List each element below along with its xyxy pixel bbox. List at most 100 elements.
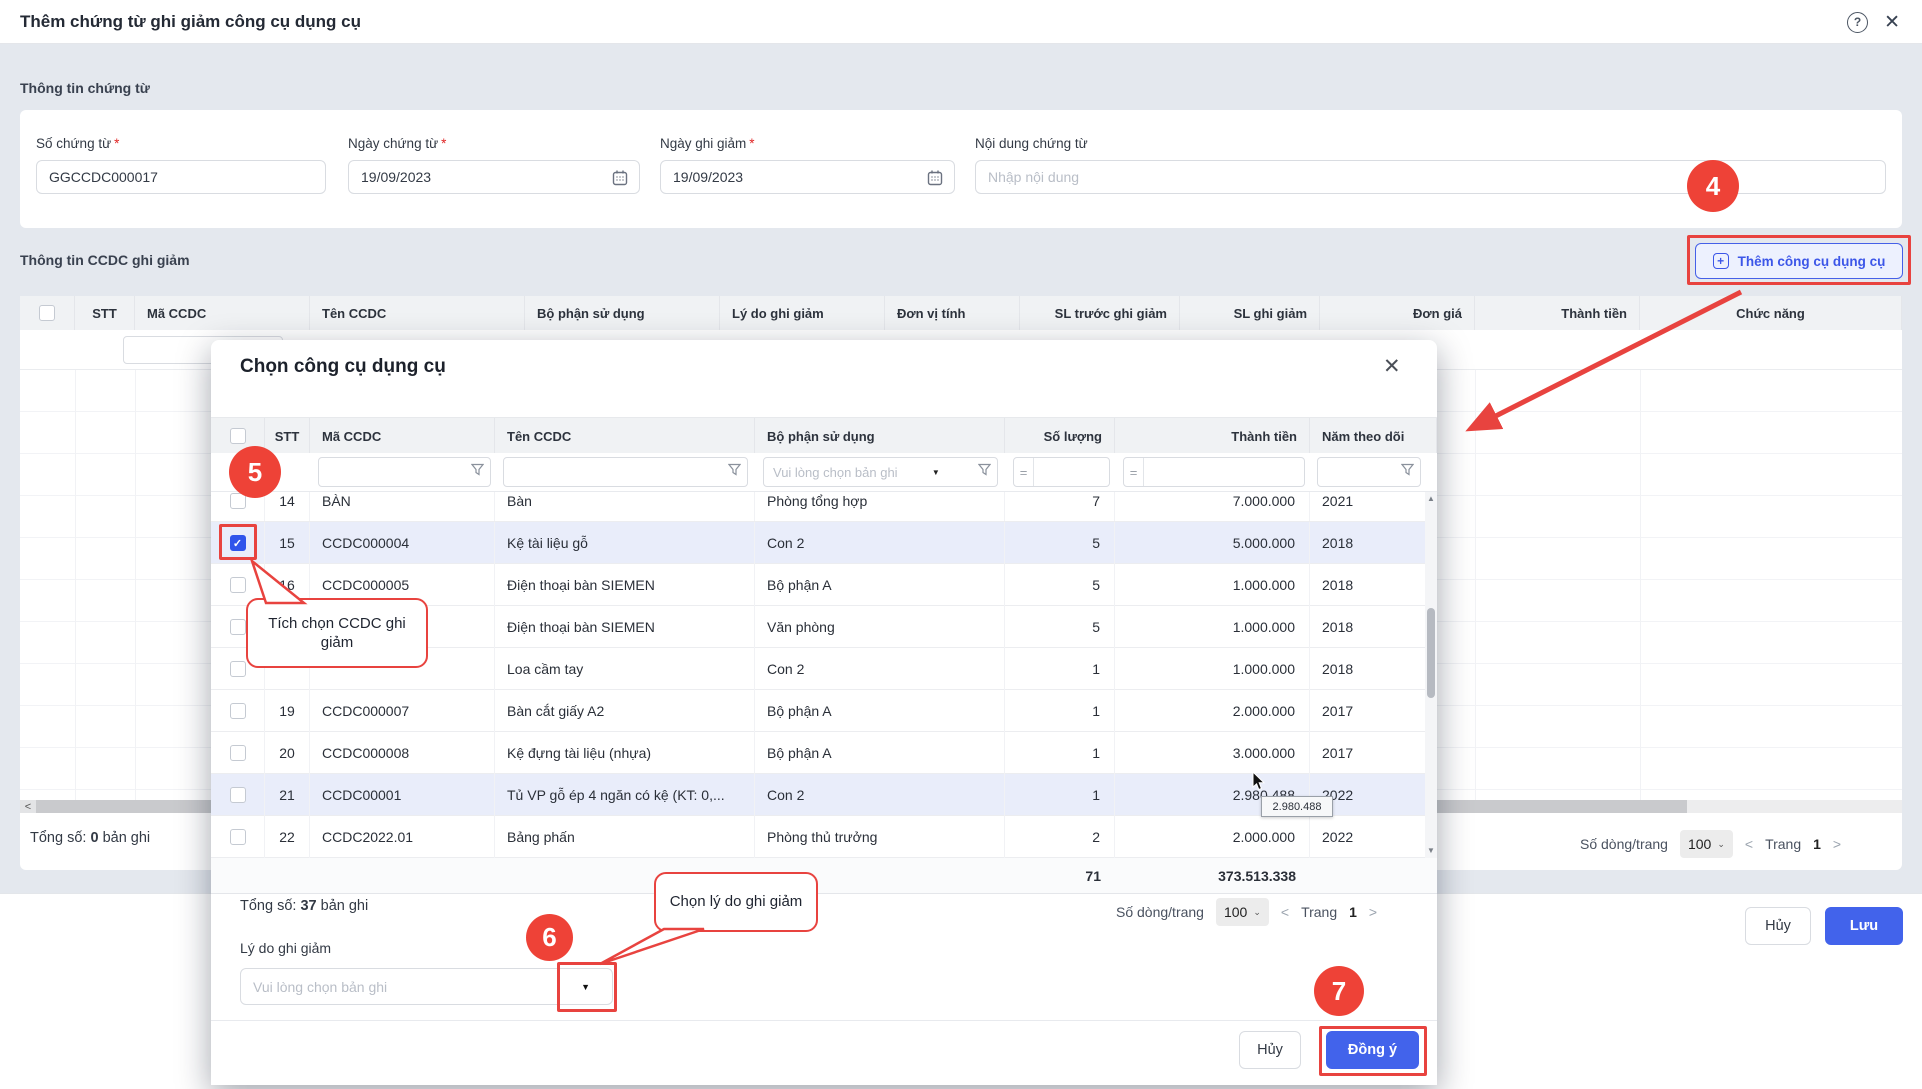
funnel-icon[interactable]: [728, 463, 741, 481]
filter-bo-phan[interactable]: Vui lòng chọn bản ghi ▼: [763, 457, 998, 487]
ngay-ghi-giam-input[interactable]: [673, 169, 942, 185]
scroll-left-icon[interactable]: <: [20, 800, 36, 813]
modal-cancel-button[interactable]: Hủy: [1239, 1031, 1301, 1069]
cell-code: CCDC000004: [310, 522, 495, 564]
cell-name: Kệ tài liệu gỗ: [495, 522, 755, 564]
modal-summary-row: 71 373.513.338: [211, 858, 1437, 894]
next-page-icon[interactable]: >: [1833, 836, 1841, 852]
prev-page-icon[interactable]: <: [1745, 836, 1753, 852]
ngay-chung-tu-input[interactable]: [361, 169, 627, 185]
row-checkbox-cell: [211, 816, 265, 858]
field-label-noi-dung: Nội dung chứng từ: [975, 136, 1886, 151]
modal-table-row[interactable]: 20CCDC000008Kệ đựng tài liệu (nhựa)Bộ ph…: [211, 732, 1437, 774]
funnel-icon[interactable]: [978, 463, 991, 481]
select-all-checkbox[interactable]: [230, 428, 246, 444]
page-save-button[interactable]: Lưu: [1825, 907, 1903, 945]
cell-year: 2022: [1310, 816, 1437, 858]
cell-qty: 5: [1005, 522, 1115, 564]
cell-code: BÀN: [310, 492, 495, 522]
cell-dept: Bộ phận A: [755, 564, 1005, 606]
row-checkbox[interactable]: [230, 787, 246, 803]
row-checkbox[interactable]: [230, 703, 246, 719]
cell-year: 2018: [1310, 564, 1437, 606]
funnel-icon[interactable]: [471, 463, 484, 481]
bg-header-checkbox-cell: [20, 296, 75, 330]
noi-dung-input[interactable]: [988, 169, 1873, 185]
highlight-box-ok-button: [1319, 1026, 1427, 1076]
window-titlebar: Thêm chứng từ ghi giảm công cụ dụng cụ ?…: [0, 0, 1922, 44]
modal-close-icon[interactable]: ✕: [1383, 356, 1401, 377]
page-cancel-button[interactable]: Hủy: [1745, 907, 1811, 945]
modal-table-row[interactable]: 19CCDC000007Bàn cắt giấy A2Bộ phận A12.0…: [211, 690, 1437, 732]
equals-operator[interactable]: =: [1014, 458, 1034, 486]
modal-footer-divider: [211, 1020, 1437, 1021]
funnel-icon[interactable]: [1401, 463, 1414, 481]
filter-nam-theo-doi[interactable]: [1317, 457, 1421, 487]
row-checkbox[interactable]: [230, 619, 246, 635]
filter-ten-ccdc[interactable]: [503, 457, 748, 487]
caret-down-icon[interactable]: ▼: [932, 468, 944, 477]
cell-amount: 5.000.000: [1115, 522, 1310, 564]
cell-stt: 21: [265, 774, 310, 816]
cell-amount: 1.000.000: [1115, 606, 1310, 648]
help-icon[interactable]: ?: [1847, 12, 1868, 33]
row-checkbox[interactable]: [230, 745, 246, 761]
modal-table-row[interactable]: 22CCDC2022.01Bảng phấnPhòng thủ trưởng22…: [211, 816, 1437, 858]
row-checkbox[interactable]: [230, 829, 246, 845]
highlight-box-reason-caret: [557, 962, 617, 1012]
cell-name: Bảng phấn: [495, 816, 755, 858]
reason-label: Lý do ghi giảm: [240, 940, 331, 956]
modal-title: Chọn công cụ dụng cụ: [240, 356, 446, 378]
cell-qty: 1: [1005, 774, 1115, 816]
cell-name: Kệ đựng tài liệu (nhựa): [495, 732, 755, 774]
modal-table-row[interactable]: ✓15CCDC000004Kệ tài liệu gỗCon 255.000.0…: [211, 522, 1437, 564]
filter-so-luong[interactable]: =: [1013, 457, 1110, 487]
cell-name: Tủ VP gỗ ép 4 ngăn có kệ (KT: 0,...: [495, 774, 755, 816]
cell-stt: 15: [265, 522, 310, 564]
bg-column-header: STT: [75, 296, 135, 330]
modal-column-header: Mã CCDC: [310, 418, 495, 454]
row-checkbox[interactable]: [230, 577, 246, 593]
calendar-icon[interactable]: [926, 169, 944, 190]
bg-column-header: Tên CCDC: [310, 296, 525, 330]
modal-column-header: STT: [265, 418, 310, 454]
calendar-icon[interactable]: [611, 169, 629, 190]
cell-stt: 22: [265, 816, 310, 858]
rows-per-page-select[interactable]: 100 ⌄: [1680, 830, 1733, 858]
page-number: 1: [1813, 836, 1821, 852]
vertical-scrollbar-thumb[interactable]: [1427, 608, 1435, 698]
bg-column-header: Bộ phận sử dụng: [525, 296, 720, 330]
row-checkbox-cell: [211, 690, 265, 732]
rows-per-page-label: Số dòng/trang: [1116, 904, 1204, 920]
next-page-icon[interactable]: >: [1369, 904, 1377, 920]
bg-column-header: Đơn vị tính: [885, 296, 1020, 330]
scroll-up-icon[interactable]: ▲: [1425, 494, 1437, 504]
filter-ma-ccdc[interactable]: [318, 457, 491, 487]
prev-page-icon[interactable]: <: [1281, 904, 1289, 920]
row-checkbox[interactable]: [230, 661, 246, 677]
modal-table-row[interactable]: 14BÀNBànPhòng tổng hợp77.000.0002021: [211, 492, 1437, 522]
cell-name: Điện thoại bàn SIEMEN: [495, 606, 755, 648]
cell-dept: Bộ phận A: [755, 690, 1005, 732]
select-all-checkbox[interactable]: [39, 305, 55, 321]
amount-tooltip: 2.980.488: [1261, 796, 1333, 817]
required-mark: *: [749, 136, 754, 151]
rows-per-page-select[interactable]: 100 ⌄: [1216, 898, 1269, 926]
so-chung-tu-input[interactable]: [49, 169, 313, 185]
bg-column-header: Lý do ghi giảm: [720, 296, 885, 330]
screen: Thêm chứng từ ghi giảm công cụ dụng cụ ?…: [0, 0, 1922, 1089]
vertical-scrollbar[interactable]: ▲ ▼: [1425, 492, 1437, 858]
scroll-down-icon[interactable]: ▼: [1425, 846, 1437, 856]
filter-thanh-tien[interactable]: =: [1123, 457, 1305, 487]
bg-column-header: Đơn giá: [1320, 296, 1475, 330]
equals-operator[interactable]: =: [1124, 458, 1144, 486]
cell-amount: 3.000.000: [1115, 732, 1310, 774]
modal-column-header: Bộ phận sử dụng: [755, 418, 1005, 454]
cell-dept: Con 2: [755, 648, 1005, 690]
close-icon[interactable]: ✕: [1884, 13, 1900, 32]
cell-amount: 2.000.000: [1115, 690, 1310, 732]
modal-column-header: Tên CCDC: [495, 418, 755, 454]
cell-qty: 5: [1005, 564, 1115, 606]
cell-stt: 14: [265, 492, 310, 522]
bg-total-records: Tổng số: 0 bản ghi: [30, 830, 150, 846]
